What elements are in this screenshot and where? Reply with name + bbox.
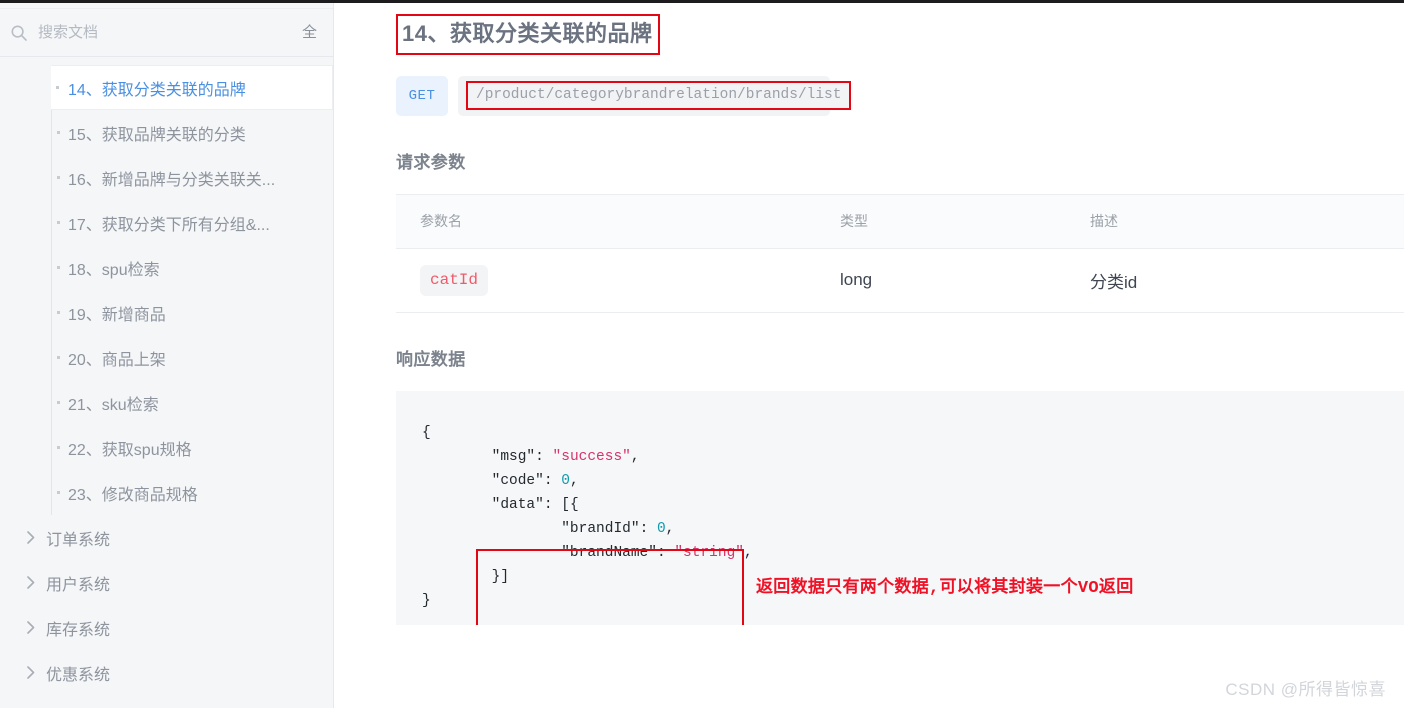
page-title: 14、获取分类关联的品牌 [396, 14, 661, 55]
bullet-icon [57, 401, 60, 404]
table-cell-type: long [816, 248, 1066, 313]
sidebar-item-23[interactable]: 23、修改商品规格 [52, 470, 333, 515]
bullet-icon [57, 221, 60, 224]
response-data-heading: 响应数据 [396, 349, 466, 369]
sidebar-item-label: 16、新增品牌与分类关联关... [68, 171, 276, 189]
sidebar-group-order-system[interactable]: 订单系统 [0, 515, 333, 560]
bullet-icon [57, 491, 60, 494]
search-input[interactable] [38, 24, 292, 41]
code-val-msg: "success" [552, 448, 631, 465]
sidebar-item-label: 20、商品上架 [68, 351, 166, 369]
sidebar-item-22[interactable]: 22、获取spu规格 [52, 425, 333, 470]
sidebar-item-label: 22、获取spu规格 [68, 441, 192, 459]
api-doc-page: 全 14、获取分类关联的品牌 15、获取品牌关联的分类 16、新增品牌与分类关联… [0, 0, 1404, 708]
sidebar-group-label: 用户系统 [46, 576, 111, 594]
table-cell-desc: 分类id [1066, 248, 1404, 313]
bullet-icon [56, 86, 59, 89]
bullet-icon [57, 311, 60, 314]
bullet-icon [57, 131, 60, 134]
bullet-icon [57, 266, 60, 269]
table-cell-name: catId [396, 248, 816, 313]
bullet-icon [57, 356, 60, 359]
code-close-brace: } [422, 592, 431, 609]
sidebar-item-label: 18、spu检索 [68, 261, 160, 279]
sidebar-item-label: 17、获取分类下所有分组&... [68, 216, 270, 234]
sidebar-item-label: 14、获取分类关联的品牌 [68, 81, 246, 99]
sidebar-group-inventory-system[interactable]: 库存系统 [0, 605, 333, 650]
code-key-msg: "msg" [491, 448, 536, 465]
http-method-badge: GET [396, 75, 448, 116]
window-top-strip [0, 0, 1404, 3]
sidebar-item-18[interactable]: 18、spu检索 [52, 245, 333, 290]
sidebar-group-label: 库存系统 [46, 621, 111, 639]
search-filter-label[interactable]: 全 [302, 25, 321, 40]
bullet-icon [57, 446, 60, 449]
endpoint-url-field[interactable]: /product/categorybrandrelation/brands/li… [458, 75, 852, 116]
table-header-desc: 描述 [1066, 193, 1404, 249]
chevron-right-icon [27, 531, 35, 544]
sidebar-group-user-system[interactable]: 用户系统 [0, 560, 333, 605]
annotation-text: 返回数据只有两个数据,可以将其封装一个VO返回 [756, 578, 1134, 598]
chevron-right-icon [27, 576, 35, 589]
endpoint-url-text: /product/categorybrandrelation/brands/li… [466, 81, 852, 111]
response-code-block: { "msg": "success", "code": 0, "data": [… [396, 390, 1404, 625]
code-data-open: [{ [561, 496, 579, 513]
sidebar-group-label: 优惠系统 [46, 666, 111, 684]
chevron-right-icon [27, 621, 35, 634]
sidebar-doc-list: 14、获取分类关联的品牌 15、获取品牌关联的分类 16、新增品牌与分类关联关.… [0, 65, 333, 515]
code-open-brace: { [422, 424, 431, 441]
bullet-icon [57, 176, 60, 179]
table-header-type: 类型 [816, 193, 1066, 249]
table-header-row: 参数名 类型 描述 [396, 193, 1404, 249]
code-val-brandname: "string" [674, 544, 744, 561]
sidebar-group-label: 订单系统 [46, 531, 111, 549]
sidebar-item-label: 21、sku检索 [68, 396, 159, 414]
endpoint-row: GET /product/categorybrandrelation/brand… [396, 75, 1404, 116]
sidebar-group-promotion-system[interactable]: 优惠系统 [0, 650, 333, 695]
code-val-code: 0 [561, 472, 570, 489]
sidebar-item-label: 23、修改商品规格 [68, 486, 198, 504]
code-key-brandid: "brandId" [561, 520, 640, 537]
request-params-heading: 请求参数 [396, 152, 466, 172]
sidebar-item-19[interactable]: 19、新增商品 [52, 290, 333, 335]
sidebar-nav: 14、获取分类关联的品牌 15、获取品牌关联的分类 16、新增品牌与分类关联关.… [0, 57, 333, 695]
sidebar-item-20[interactable]: 20、商品上架 [52, 335, 333, 380]
chevron-right-icon [27, 666, 35, 679]
sidebar-item-14[interactable]: 14、获取分类关联的品牌 [51, 65, 333, 110]
table-header-name: 参数名 [396, 193, 816, 249]
request-params-table: 参数名 类型 描述 catId long 分类id [396, 193, 1404, 313]
sidebar-item-17[interactable]: 17、获取分类下所有分组&... [52, 200, 333, 245]
page-title-wrap: 14、获取分类关联的品牌 [396, 14, 661, 55]
sidebar-item-label: 15、获取品牌关联的分类 [68, 126, 246, 144]
sidebar-item-16[interactable]: 16、新增品牌与分类关联关... [52, 155, 333, 200]
param-name-badge: catId [420, 264, 489, 296]
main-content: 14、获取分类关联的品牌 GET /product/categorybrandr… [334, 0, 1404, 708]
code-key-brandname: "brandName" [561, 544, 657, 561]
code-val-brandid: 0 [656, 520, 666, 537]
sidebar-item-label: 19、新增商品 [68, 306, 166, 324]
csdn-watermark: CSDN @所得皆惊喜 [1225, 680, 1386, 699]
code-data-close: }] [491, 568, 510, 585]
table-row: catId long 分类id [396, 248, 1404, 313]
sidebar-item-21[interactable]: 21、sku检索 [52, 380, 333, 425]
search-icon [10, 24, 28, 42]
code-key-code: "code" [491, 472, 544, 489]
sidebar-search-bar[interactable]: 全 [0, 9, 333, 57]
sidebar: 全 14、获取分类关联的品牌 15、获取品牌关联的分类 16、新增品牌与分类关联… [0, 0, 334, 708]
code-key-data: "data" [491, 496, 544, 513]
sidebar-item-15[interactable]: 15、获取品牌关联的分类 [52, 110, 333, 155]
